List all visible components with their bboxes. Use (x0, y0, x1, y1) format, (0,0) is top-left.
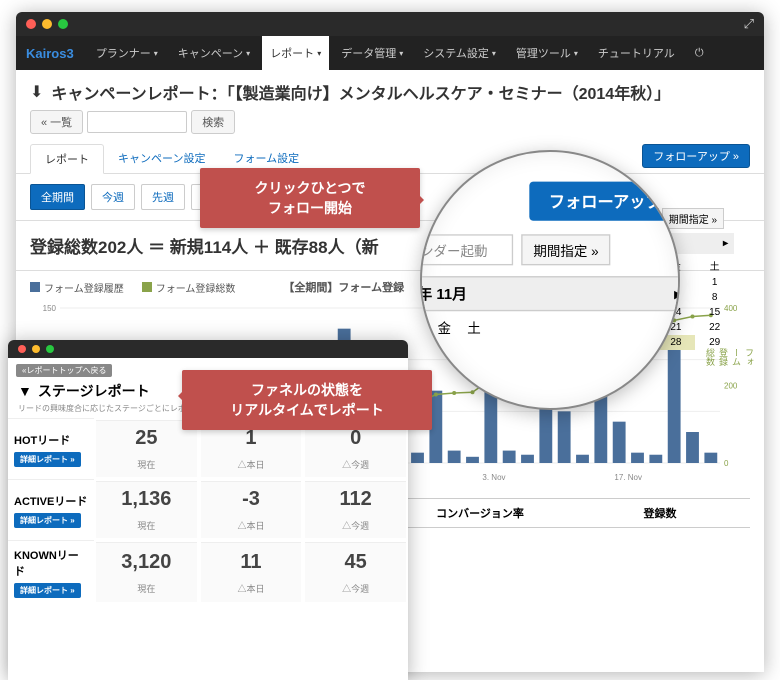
expand-icon[interactable]: ⤢ (744, 16, 754, 32)
legend-bar-icon (30, 282, 40, 292)
svg-text:200: 200 (724, 382, 738, 391)
svg-text:150: 150 (43, 304, 57, 313)
lens-day-fri: 金 (438, 317, 452, 337)
nav-tutorial[interactable]: チュートリアル (590, 36, 683, 70)
stage-close-icon[interactable] (18, 345, 26, 353)
zoom-icon[interactable] (58, 19, 68, 29)
legend-line-label: フォーム登録総数 (156, 280, 236, 295)
tab-report[interactable]: レポート (30, 144, 104, 174)
mini-cal-next-icon[interactable]: ▸ (723, 238, 728, 249)
legend-line-icon (142, 282, 152, 292)
back-list-button[interactable]: « 一覧 (30, 110, 83, 134)
stage-row-name: HOTリード (14, 432, 88, 448)
stage-cell: 1,136現在 (96, 481, 197, 538)
detail-report-button[interactable]: 詳細レポート » (14, 452, 81, 467)
stage-title: ステージレポート (38, 381, 150, 401)
nav-power-icon[interactable]: ⏻ (687, 36, 712, 70)
cal-day[interactable]: 22 (695, 320, 734, 335)
stage-cell: 11△本日 (201, 542, 302, 602)
stage-row-name: KNOWNリード (14, 547, 88, 579)
stage-zoom-icon[interactable] (46, 345, 54, 353)
stage-cell: -3△本日 (201, 481, 302, 538)
callout-funnel: ファネルの状態をリアルタイムでレポート (182, 370, 432, 430)
svg-text:3. Nov: 3. Nov (482, 473, 505, 482)
funnel-icon: ▼ (18, 383, 32, 399)
search-input[interactable] (87, 111, 187, 133)
stage-back-link[interactable]: «レポートトップへ戻る (16, 364, 112, 377)
chart-title: 【全期間】フォーム登録 (283, 279, 404, 295)
stage-row-name: ACTIVEリード (14, 493, 88, 509)
detail-report-button[interactable]: 詳細レポート » (14, 513, 81, 528)
nav-report[interactable]: レポート▾ (262, 36, 329, 70)
nav-planner[interactable]: プランナー▾ (88, 36, 166, 70)
close-icon[interactable] (26, 19, 36, 29)
period-last-week[interactable]: 先週 (141, 184, 185, 210)
cal-day[interactable]: 1 (695, 275, 734, 290)
lens-month-label: 4年 11月 (420, 283, 467, 305)
stage-cell: 45△今週 (305, 542, 406, 602)
detail-report-button[interactable]: 詳細レポート » (14, 583, 81, 598)
cal-day[interactable]: 15 (695, 305, 734, 320)
lens-day-sat: 土 (467, 317, 481, 337)
page-title: キャンペーンレポート：「【製造業向け】メンタルヘルスケア・セミナー（2014年秋… (51, 80, 670, 104)
download-icon: ⬇ (30, 82, 43, 102)
nav-system[interactable]: システム設定▾ (415, 36, 504, 70)
nav-admin[interactable]: 管理ツール▾ (508, 36, 586, 70)
stage-cell: 112△今週 (305, 481, 406, 538)
titlebar: ⤢ (16, 12, 764, 36)
magnifier-lens: フォローアップ » レンダー起動 期間指定 » 4年 11月▸ 木 金 土 (420, 150, 680, 410)
cal-day[interactable]: 8 (695, 290, 734, 305)
stage-cell: 3,120現在 (96, 542, 197, 602)
brand-logo[interactable]: Kairos3 (26, 46, 74, 61)
col-registrations: 登録数 (570, 499, 750, 527)
period-all[interactable]: 全期間 (30, 184, 85, 210)
nav-data[interactable]: データ管理▾ (333, 36, 411, 70)
stage-minimize-icon[interactable] (32, 345, 40, 353)
chart-right-axis-label: フォーム登録総数 (704, 348, 756, 369)
callout-followup: クリックひとつでフォロー開始 (200, 168, 420, 228)
svg-text:17. Nov: 17. Nov (614, 473, 642, 482)
minimize-icon[interactable] (42, 19, 52, 29)
svg-text:0: 0 (724, 459, 729, 468)
lens-range-button[interactable]: 期間指定 » (521, 234, 611, 265)
legend-bar-label: フォーム登録履歴 (44, 280, 124, 295)
period-this-week[interactable]: 今週 (91, 184, 135, 210)
nav-campaign[interactable]: キャンペーン▾ (170, 36, 258, 70)
followup-button-zoom[interactable]: フォローアップ » (530, 182, 680, 221)
navbar: Kairos3 プランナー▾ キャンペーン▾ レポート▾ データ管理▾ システム… (16, 36, 764, 70)
col-conversion: コンバージョン率 (390, 499, 570, 527)
lens-cal-input[interactable]: レンダー起動 (420, 234, 513, 265)
search-button[interactable]: 検索 (191, 110, 235, 134)
